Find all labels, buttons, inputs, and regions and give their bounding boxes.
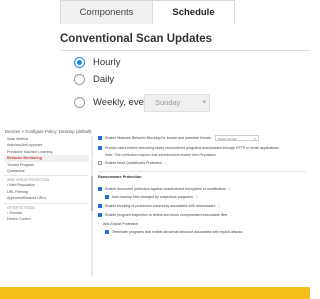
setting-label: Enable program inspection to detect and … <box>105 213 228 217</box>
setting-label: Prompt users before executing newly enco… <box>105 146 279 150</box>
setting-malware-blocking: Enable Malware Behavior Blocking for kno… <box>98 135 259 141</box>
policy-panel: Devices > Configure Policy: Desktop (def… <box>0 125 310 287</box>
info-icon[interactable]: ⓘ <box>228 187 231 191</box>
tab-bar: Components Schedule <box>60 0 235 24</box>
sidebar-scrollbar[interactable] <box>91 136 93 276</box>
radio-hourly[interactable]: Hourly <box>74 57 120 68</box>
radio-daily-label: Daily <box>93 74 115 85</box>
sidebar-item-label: Firewall <box>9 210 22 215</box>
info-icon[interactable]: ⓘ <box>164 161 167 165</box>
radio-button[interactable] <box>74 97 85 108</box>
setting-program-inspection: Enable program inspection to detect and … <box>98 213 232 217</box>
tab-schedule[interactable]: Schedule <box>153 0 235 24</box>
checkbox-checked[interactable] <box>105 230 109 234</box>
setting-label: Terminate programs that exhibit abnormal… <box>112 230 243 234</box>
divider <box>98 171 306 172</box>
setting-label: Auto backup files changed by suspicious … <box>112 195 193 199</box>
setting-quickbooks: Enable Intuit QuickBooks Protection ⓘ <box>98 161 167 165</box>
section-title: Conventional Scan Updates <box>60 33 213 45</box>
setting-terminate-programs: Terminate programs that exhibit abnormal… <box>105 230 242 234</box>
checkbox-unchecked[interactable] <box>98 161 102 165</box>
sidebar-item-quarantine[interactable]: Quarantine <box>4 168 89 174</box>
radio-weekly[interactable]: Weekly, every <box>74 97 152 108</box>
sidebar-heading-web: WEB THREAT PROTECTION <box>4 175 89 182</box>
schedule-card: Components Schedule Conventional Scan Up… <box>0 0 310 125</box>
checkbox-checked[interactable] <box>105 195 109 199</box>
info-icon[interactable]: ⓘ <box>229 213 232 217</box>
setting-label: Enable blocking of processes commonly as… <box>105 204 216 208</box>
setting-label: Enable Intuit QuickBooks Protection <box>105 161 163 165</box>
radio-hourly-label: Hourly <box>93 57 121 68</box>
policy-sidebar: Scan Method Antivirus/Anti-spyware Predi… <box>4 136 89 222</box>
setting-block-processes: Enable blocking of processes commonly as… <box>98 204 220 208</box>
divider <box>60 50 310 51</box>
ransomware-heading: Ransomware Protection <box>98 175 142 179</box>
setting-label: Enable document protection against unaut… <box>105 187 227 191</box>
radio-button-selected[interactable] <box>74 57 85 68</box>
chevron-down-icon: ▾ <box>202 99 206 106</box>
chevron-down-icon: ▾ <box>254 137 256 141</box>
scroll-thumb[interactable] <box>91 176 93 211</box>
tab-components[interactable]: Components <box>60 0 153 24</box>
threat-level-value: Known threats <box>217 137 237 141</box>
info-icon[interactable]: ⓘ <box>195 195 198 199</box>
threat-level-select[interactable]: Known threats ▾ <box>214 135 259 141</box>
breadcrumb: Devices > Configure Policy: Desktop (def… <box>5 129 92 134</box>
day-of-week-value: Sunday <box>155 98 181 107</box>
checkbox-checked[interactable] <box>98 136 102 140</box>
day-of-week-select[interactable]: Sunday ▾ <box>144 94 210 112</box>
radio-weekly-label: Weekly, every <box>93 97 152 108</box>
checkbox-checked[interactable] <box>98 146 102 150</box>
sidebar-item-device-control[interactable]: Device Control <box>4 216 89 222</box>
anti-exploit-heading: Anti-Exploit Protection <box>103 222 139 226</box>
checkbox-checked[interactable] <box>98 213 102 217</box>
setting-auto-backup: Auto backup files changed by suspicious … <box>105 195 198 199</box>
checkbox-checked[interactable] <box>98 204 102 208</box>
setting-document-protection: Enable document protection against unaut… <box>98 187 231 191</box>
sidebar-item-label: Web Reputation <box>9 183 35 188</box>
radio-button[interactable] <box>74 74 85 85</box>
checkbox-checked[interactable] <box>98 187 102 191</box>
setting-label: Enable Malware Behavior Blocking for kno… <box>105 136 211 140</box>
web-reputation-note: Note: This notification requires that ad… <box>105 153 217 157</box>
radio-daily[interactable]: Daily <box>74 74 114 85</box>
info-icon[interactable]: ⓘ <box>217 204 220 208</box>
setting-prompt-users: Prompt users before executing newly enco… <box>98 146 279 150</box>
sidebar-heading-other: OTHER SETTINGS <box>4 202 89 210</box>
sidebar-item-approved-blocked-urls[interactable]: Approved/Blocked URLs <box>4 195 89 201</box>
